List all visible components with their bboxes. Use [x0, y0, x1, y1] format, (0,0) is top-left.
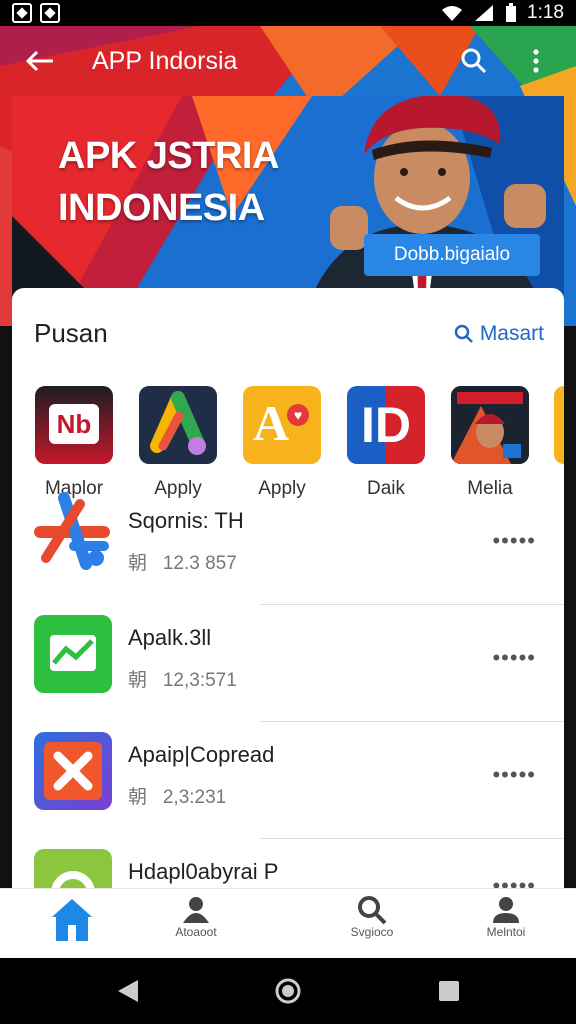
- content-card: Pusan Masart Nb Maplor Apply A ♥ Apply I…: [12, 288, 564, 888]
- a-triangle-app-icon: [139, 386, 217, 464]
- status-bar: 1:18: [0, 0, 576, 26]
- home-icon: [52, 899, 92, 941]
- search-icon: [454, 324, 473, 343]
- meta-prefix: 朝: [128, 670, 148, 691]
- featured-app-3[interactable]: A ♥ Apply: [242, 386, 322, 500]
- featured-app-partial[interactable]: [554, 386, 564, 464]
- search-icon: [461, 48, 487, 74]
- status-time: 1:18: [527, 2, 564, 23]
- app-meta: 朝 2,3:231: [128, 782, 226, 809]
- featured-app-5[interactable]: Melia: [450, 386, 530, 500]
- partial-app-icon: [554, 386, 564, 464]
- see-more-link[interactable]: Masart: [454, 322, 544, 346]
- list-item[interactable]: Apalk.3ll 朝 12,3:571 •••••: [12, 605, 564, 722]
- notification-icon: [12, 3, 32, 23]
- app-meta: 朝 12.3 857: [128, 548, 237, 575]
- users-icon: [183, 897, 209, 923]
- notification-icons: [12, 3, 60, 23]
- more-vert-icon: [533, 49, 539, 73]
- more-options-button[interactable]: •••••: [492, 762, 536, 788]
- star-app-icon: [34, 492, 112, 570]
- featured-app-4[interactable]: ID Daik: [346, 386, 426, 500]
- more-options-button[interactable]: •••••: [492, 645, 536, 671]
- search-icon: [358, 896, 387, 925]
- overflow-menu-button[interactable]: [514, 39, 558, 83]
- arrow-left-icon: [25, 50, 53, 72]
- back-triangle-icon[interactable]: [114, 976, 144, 1006]
- news-app-icon: [451, 386, 529, 464]
- see-more-label: Masart: [479, 321, 544, 345]
- home-circle-icon[interactable]: [273, 976, 303, 1006]
- green-app-icon: [34, 849, 112, 888]
- app-title: APP Indorsia: [92, 46, 238, 75]
- banner-headline-line2: INDONESIA: [58, 187, 265, 229]
- message-app-icon: [34, 615, 112, 693]
- search-button[interactable]: [452, 39, 496, 83]
- list-item[interactable]: Hdapl0abyrai P •••••: [12, 839, 564, 888]
- app-meta: 朝 12,3:571: [128, 665, 237, 692]
- meta-prefix: 朝: [128, 553, 148, 574]
- promo-banner[interactable]: APK JSTRIA INDONESIA Dobb.bigaialo: [12, 96, 564, 296]
- person-icon: [493, 897, 519, 923]
- recents-square-icon[interactable]: [434, 976, 464, 1006]
- app-title: Hdapl0abyrai P: [128, 859, 279, 884]
- section-title: Pusan: [34, 318, 108, 348]
- system-navigation-bar: [0, 958, 576, 1024]
- nav-label: Atoaoot: [175, 925, 217, 939]
- more-options-button[interactable]: •••••: [492, 528, 536, 554]
- notification-icon: [40, 3, 60, 23]
- bottom-navigation: Atoaoot Svgioco Melntoi: [0, 888, 576, 958]
- banner-headline-line1: APK JSTRIA: [58, 135, 279, 177]
- nav-label: Melntoi: [486, 925, 526, 939]
- meta-prefix: 朝: [128, 787, 148, 808]
- nav-profile[interactable]: Melntoi: [458, 895, 554, 939]
- d-app-icon: ID: [347, 386, 425, 464]
- more-options-button[interactable]: •••••: [492, 873, 536, 888]
- list-item[interactable]: Sqornis: TH 朝 12.3 857 •••••: [12, 488, 564, 605]
- wifi-icon: [442, 6, 463, 21]
- x-app-icon: [34, 732, 112, 810]
- a-heart-app-icon: A ♥: [243, 386, 321, 464]
- app-title: Sqornis: TH: [128, 508, 244, 533]
- back-button[interactable]: [18, 39, 62, 83]
- status-right: 1:18: [441, 2, 564, 24]
- nav-accounts[interactable]: Atoaoot: [148, 895, 244, 939]
- app-title: Apaip|Copread: [128, 742, 275, 767]
- meta-value: 12.3 857: [162, 553, 237, 574]
- battery-icon: [506, 3, 517, 22]
- app-title: Apalk.3ll: [128, 625, 212, 650]
- meta-value: 2,3:231: [162, 787, 227, 808]
- featured-app-1[interactable]: Nb Maplor: [34, 386, 114, 500]
- featured-app-2[interactable]: Apply: [138, 386, 218, 500]
- meta-value: 12,3:571: [162, 670, 237, 691]
- banner-cta-button[interactable]: Dobb.bigaialo: [364, 234, 540, 276]
- list-item[interactable]: Apaip|Copread 朝 2,3:231 •••••: [12, 722, 564, 839]
- nav-label: Svgioco: [350, 925, 394, 939]
- nav-home[interactable]: [24, 895, 120, 943]
- signal-icon: [475, 5, 494, 21]
- banner-headline: APK JSTRIA INDONESIA: [58, 130, 279, 234]
- nav-search[interactable]: Svgioco: [324, 895, 420, 939]
- section-header: Pusan Masart: [34, 318, 544, 349]
- app-bar: APP Indorsia: [0, 26, 576, 96]
- nb-app-icon: Nb: [35, 386, 113, 464]
